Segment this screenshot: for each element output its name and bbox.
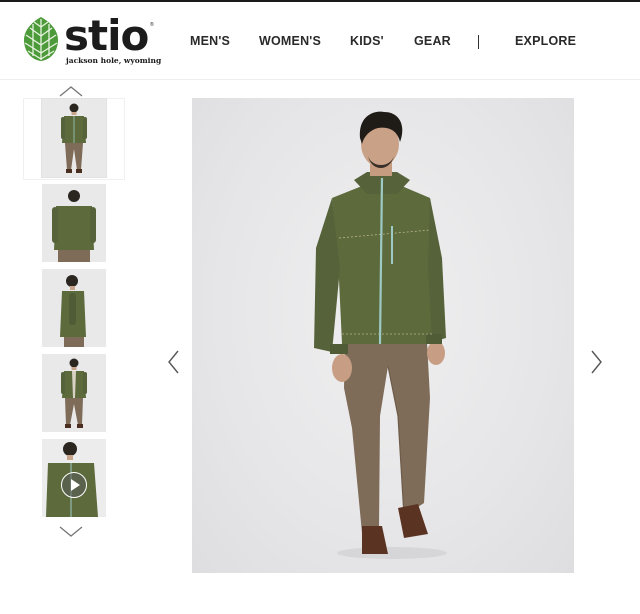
chevron-down-icon[interactable] [58, 525, 84, 539]
nav-explore[interactable]: EXPLORE [515, 34, 576, 48]
chevron-left-icon[interactable] [166, 349, 182, 375]
model-figure [314, 111, 447, 559]
brand-wordmark: stio [64, 11, 149, 60]
thumbnail-front-open-image [61, 358, 87, 428]
brand-tagline: jackson hole, wyoming [66, 56, 162, 65]
thumbnail-front-image [61, 103, 87, 173]
thumbnail-front[interactable] [41, 98, 107, 178]
thumbnail-side-image [60, 275, 86, 347]
thumbnail-back-image [52, 190, 96, 262]
thumbnail-side[interactable] [42, 269, 106, 347]
main-product-image[interactable] [192, 98, 574, 573]
nav-kids[interactable]: KIDS' [350, 34, 384, 48]
chevron-right-icon[interactable] [588, 349, 604, 375]
brand-logo[interactable]: stio ® jackson hole, wyoming [22, 12, 162, 68]
nav-mens[interactable]: MEN'S [190, 34, 230, 48]
nav-womens[interactable]: WOMEN'S [259, 34, 321, 48]
chevron-up-icon[interactable] [58, 84, 84, 98]
pinecone-icon [24, 17, 58, 61]
play-icon[interactable] [61, 472, 87, 498]
trademark-symbol: ® [150, 22, 154, 28]
thumbnail-video[interactable] [42, 439, 106, 517]
site-header: stio ® jackson hole, wyoming MEN'S WOMEN… [0, 2, 640, 80]
thumbnail-back[interactable] [42, 184, 106, 262]
thumbnail-front-open[interactable] [42, 354, 106, 432]
nav-gear[interactable]: GEAR [414, 34, 451, 48]
nav-divider [478, 35, 479, 49]
